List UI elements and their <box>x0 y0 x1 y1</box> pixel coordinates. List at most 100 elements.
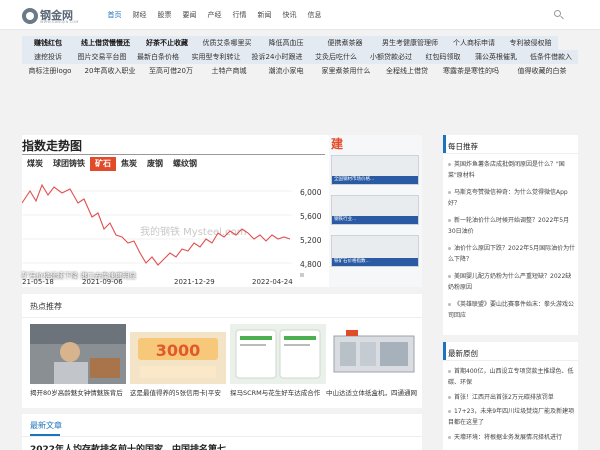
keyword-link[interactable]: 土特产商城 <box>200 64 258 78</box>
keyword-link[interactable]: 家里煮茶用什么 <box>314 64 378 78</box>
daily-item[interactable]: 英国炸鱼薯条店成批倒闭原因是什么？"国菜"原材料 <box>448 159 576 181</box>
nav-market[interactable]: 行情 <box>227 0 252 30</box>
keyword-link[interactable]: 商标注册logo <box>22 64 78 78</box>
keyword-link[interactable]: 赚钱红包 <box>22 36 74 50</box>
links-row-2: 速挖投诉 图片交易平台图 最新白条价格 实用型专利转让 投诉24小时跟进 艾灸后… <box>22 50 578 64</box>
keyword-link[interactable]: 潮流小家电 <box>258 64 314 78</box>
hot-item-caption: 探马SCRM与花生好车达成合作 <box>230 389 321 397</box>
daily-item-text: 美国婴儿配方奶粉为什么严重短缺？2022缺奶粉原因 <box>448 273 572 291</box>
divider <box>443 153 578 154</box>
keyword-link[interactable]: 全程线上借贷 <box>378 64 436 78</box>
keyword-link[interactable]: 便携煮茶器 <box>315 36 375 50</box>
title-accent <box>443 135 446 153</box>
divider <box>22 436 422 437</box>
slider-dot[interactable] <box>300 273 304 277</box>
newest-item-text: 首期400亿，山西设立专项贷款主推绿色、低碳、环保 <box>448 368 574 386</box>
keyword-link[interactable]: 专利被侵权赔 <box>503 36 558 50</box>
site-logo[interactable]: 钢金网 WWW.GANGJIN.COM <box>22 7 84 25</box>
box-title: 每日推荐 <box>448 142 478 151</box>
newest-item[interactable]: 17+23，未来9年四川垃圾焚烧厂能及新建项目都在这里了 <box>448 406 576 428</box>
daily-item[interactable]: 《英雄联盟》要山比赛事件始末：拳头游戏公司回应 <box>448 299 576 321</box>
newest-item[interactable]: 首期400亿，山西设立专项贷款主推绿色、低碳、环保 <box>448 366 576 388</box>
hot-item[interactable]: 揭开80岁高龄魅女钟情魅族背后 <box>30 324 126 402</box>
newest-original-box: 最新原创 首期400亿，山西设立专项贷款主推绿色、低碳、环保 首张！江西开出首张… <box>443 342 578 450</box>
keyword-link[interactable]: 图片交易平台图 <box>74 50 130 64</box>
newest-item-text: 天壕环境：将根据业务发展情况择机进行 <box>454 434 563 441</box>
hot-item-caption: 中山达适立体纸盒机，四通通网 <box>326 389 417 397</box>
keyword-link[interactable]: 20年高收入职业 <box>78 64 142 78</box>
side-thumbnail: 钢铁行业... <box>331 195 419 225</box>
keyword-link[interactable]: 个人商标申请 <box>445 36 503 50</box>
featured-slider[interactable]: 指数走势图 煤炭 球团铸铁 矿石 焦炭 废钢 螺纹钢 我的钢铁 Mysteel.… <box>22 135 422 287</box>
divider <box>22 154 325 155</box>
slide-chart-graphic: 我的钢铁 Mysteel.com 6,000 5,600 5,200 4,800… <box>22 183 322 286</box>
hot-item[interactable]: 3000 这是最值得养的5张信用卡|平安 <box>130 324 226 402</box>
keyword-link[interactable]: 值得收藏的白茶 <box>506 64 578 78</box>
keyword-link[interactable]: 优质艾条哪里买 <box>197 36 257 50</box>
keyword-link[interactable]: 好茶不止收藏 <box>137 36 197 50</box>
bullet-icon <box>448 191 451 194</box>
hot-item-image <box>326 324 422 384</box>
nav-home[interactable]: 首页 <box>102 0 127 30</box>
hot-item-caption: 这是最值得养的5张信用卡|平安 <box>130 389 221 397</box>
keyword-link[interactable]: 低条件借款入 <box>524 50 578 64</box>
site-header: 钢金网 WWW.GANGJIN.COM 首页 财经 股票 要闻 产经 行情 新闻… <box>0 0 600 30</box>
nav-headlines[interactable]: 要闻 <box>177 0 202 30</box>
keyword-link[interactable]: 投诉24小时跟进 <box>246 50 308 64</box>
keyword-link[interactable]: 降低高血压 <box>257 36 315 50</box>
hot-item[interactable]: 中山达适立体纸盒机，四通通网 <box>326 324 422 402</box>
keyword-link[interactable]: 红包码领取 <box>418 50 468 64</box>
nav-industry[interactable]: 产经 <box>202 0 227 30</box>
nav-finance[interactable]: 财经 <box>127 0 152 30</box>
newest-item-text: 17+23，未来9年四川垃圾焚烧厂能及新建项目都在这里了 <box>448 408 575 426</box>
keyword-link[interactable]: 小额贷款必过 <box>364 50 418 64</box>
keyword-link[interactable]: 速挖投诉 <box>22 50 74 64</box>
daily-item-text: 英国炸鱼薯条店成批倒闭原因是什么？"国菜"原材料 <box>448 161 565 179</box>
slide-caption[interactable]: 矿石价格延续下降 港口去库速度明显 <box>22 271 136 281</box>
y-tick: 5,200 <box>300 236 322 245</box>
x-tick: 2021-12-29 <box>174 278 215 286</box>
daily-item[interactable]: 马斯克夸赞微信神奇：为什么觉得微信App好？ <box>448 187 576 209</box>
slide-tab-highlight: 矿石 <box>90 157 116 171</box>
nav-info[interactable]: 信息 <box>302 0 327 30</box>
slider-dot[interactable] <box>316 273 320 277</box>
slide-image: 指数走势图 煤炭 球团铸铁 矿石 焦炭 废钢 螺纹钢 我的钢铁 Mysteel.… <box>22 135 327 287</box>
bullet-icon <box>448 410 451 413</box>
banner-number: 3000 <box>156 341 201 360</box>
slide-tab: 煤炭 <box>27 159 43 168</box>
nav-news[interactable]: 新闻 <box>252 0 277 30</box>
y-tick: 4,800 <box>300 260 322 269</box>
slider-dot[interactable] <box>308 273 312 277</box>
bullet-icon <box>448 370 451 373</box>
keyword-link[interactable]: 至高可借20万 <box>142 64 200 78</box>
logo-subtext: WWW.GANGJIN.COM <box>40 20 79 24</box>
keyword-link[interactable]: 艾灸后吃什么 <box>308 50 364 64</box>
slide-tab: 焦炭 <box>121 159 137 168</box>
keyword-link[interactable]: 实用型专利转让 <box>186 50 246 64</box>
nav-stocks[interactable]: 股票 <box>152 0 177 30</box>
keyword-link[interactable]: 男生考健康管理师 <box>375 36 445 50</box>
links-row-3: 商标注册logo 20年高收入职业 至高可借20万 土特产商城 潮流小家电 家里… <box>22 64 578 78</box>
latest-articles-section: 最新文章 2022年人均存款排名前十的国家，中国排名第七 <box>22 414 422 450</box>
hot-item-image: 3000 <box>130 324 226 384</box>
keyword-link[interactable]: 线上借贷慢慢还 <box>74 36 137 50</box>
keyword-link[interactable]: 蒲公英根催乳 <box>468 50 524 64</box>
keyword-link[interactable]: 寒露茶是寒性的吗 <box>436 64 506 78</box>
search-icon[interactable] <box>553 9 565 21</box>
side-thumbnail-caption: 全国钢材市场价格... <box>332 176 418 184</box>
section-title: 热点推荐 <box>30 302 62 311</box>
nav-flash[interactable]: 快讯 <box>277 0 302 30</box>
keyword-link[interactable]: 最新白条价格 <box>130 50 186 64</box>
article-title-link[interactable]: 2022年人均存款排名前十的国家，中国排名第七 <box>30 442 320 450</box>
daily-item[interactable]: 新一轮油价什么时候开始调整？2022年5月30日油价 <box>448 215 576 237</box>
hot-item[interactable]: 探马SCRM与花生好车达成合作 <box>230 324 326 402</box>
daily-item-text: 马斯克夸赞微信神奇：为什么觉得微信App好？ <box>448 189 568 207</box>
side-panel-title: 建 <box>331 137 344 151</box>
daily-item[interactable]: 美国婴儿配方奶粉为什么严重短缺？2022缺奶粉原因 <box>448 271 576 293</box>
newest-item[interactable]: 天壕环境：将根据业务发展情况择机进行 <box>448 432 576 443</box>
slide-tab: 螺纹钢 <box>173 159 197 168</box>
title-accent <box>443 342 446 360</box>
newest-item-text: 首张！江西开出首张2万元碳排放罚单 <box>454 394 554 401</box>
newest-item[interactable]: 首张！江西开出首张2万元碳排放罚单 <box>448 392 576 403</box>
daily-item[interactable]: 油价什么原因下跌？2022年5月国际油价为什么下降？ <box>448 243 576 265</box>
